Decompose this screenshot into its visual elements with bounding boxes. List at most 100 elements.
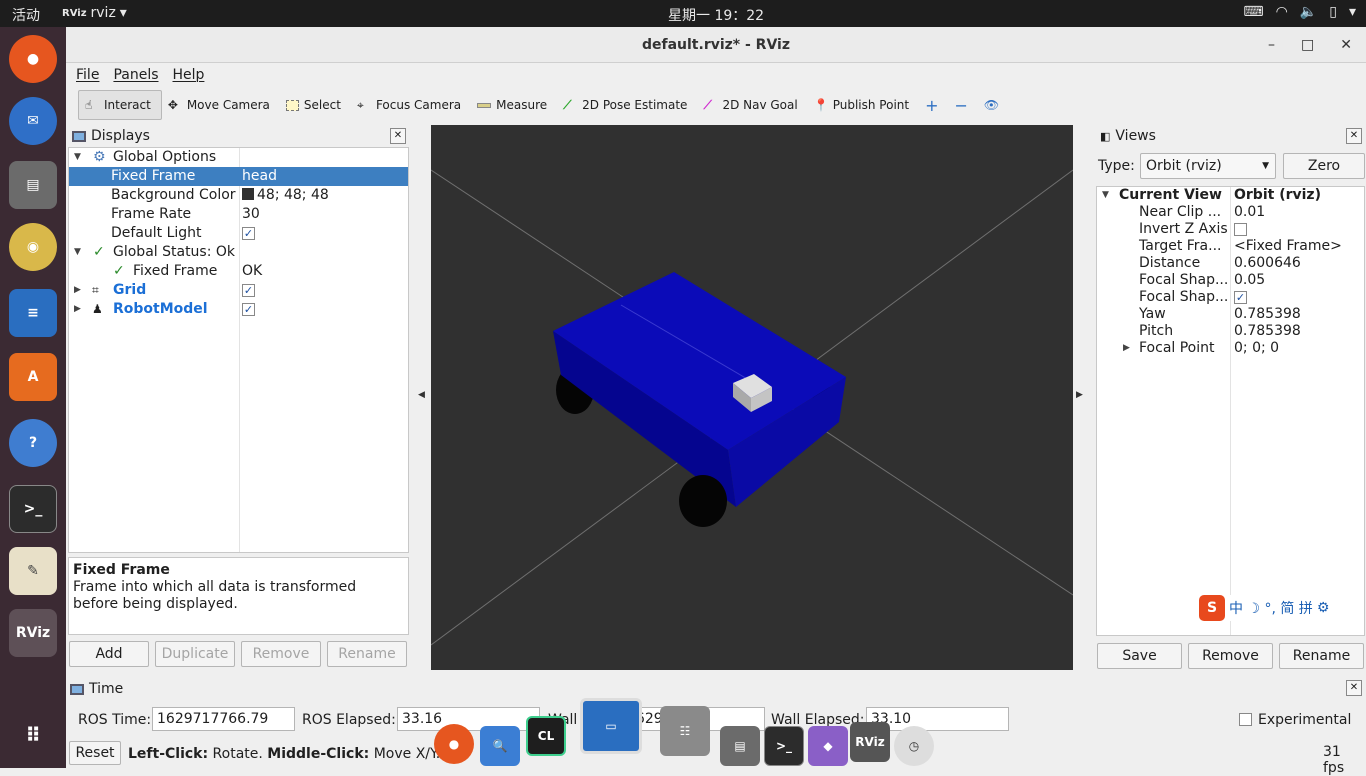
view-row-focal-shape-size[interactable]: Focal Shap... 0.05: [1097, 272, 1364, 289]
collapse-triangle-icon[interactable]: ▶: [74, 300, 81, 319]
zero-button[interactable]: Zero: [1283, 153, 1365, 179]
view-row-invert-z[interactable]: Invert Z Axis: [1097, 221, 1364, 238]
collapse-triangle-icon[interactable]: ▶: [74, 281, 81, 300]
clock[interactable]: 星期一 19：22: [668, 5, 764, 25]
target-frame-value[interactable]: <Fixed Frame>: [1234, 238, 1342, 255]
yaw-value[interactable]: 0.785398: [1234, 306, 1301, 323]
view-row-target-frame[interactable]: Target Fra... <Fixed Frame>: [1097, 238, 1364, 255]
tree-row-background-color[interactable]: Background Color 48; 48; 48: [69, 186, 408, 205]
tree-row-grid[interactable]: ▶ ⌗ Grid ✓: [69, 281, 408, 300]
keyboard-icon[interactable]: ⌨: [1243, 4, 1263, 20]
tree-row-default-light[interactable]: Default Light ✓: [69, 224, 408, 243]
app-menu[interactable]: RViz rviz ▾: [62, 5, 127, 21]
robot-model-checkbox[interactable]: ✓: [242, 302, 255, 316]
invert-z-checkbox[interactable]: [1234, 222, 1247, 236]
render-viewport[interactable]: [431, 125, 1073, 670]
ros-time-field[interactable]: 1629717766.79: [152, 707, 295, 731]
near-clip-value[interactable]: 0.01: [1234, 204, 1265, 221]
rename-display-button[interactable]: Rename: [327, 641, 407, 667]
move-camera-tool[interactable]: ✥ Move Camera: [162, 90, 280, 120]
system-tray[interactable]: ⌨ ◠ 🔈 ▯ ▾: [1243, 4, 1356, 20]
focal-shape-fixed-checkbox[interactable]: ✓: [1234, 290, 1247, 304]
duplicate-display-button[interactable]: Duplicate: [155, 641, 235, 667]
software-icon[interactable]: A: [9, 353, 57, 401]
tree-row-global-options[interactable]: ▼ ⚙ Global Options: [69, 148, 408, 167]
remove-view-button[interactable]: Remove: [1188, 643, 1273, 669]
view-row-distance[interactable]: Distance 0.600646: [1097, 255, 1364, 272]
tree-row-global-status[interactable]: ▼ ✓ Global Status: Ok: [69, 243, 408, 262]
tree-row-status-fixed-frame[interactable]: ✓ Fixed Frame OK: [69, 262, 408, 281]
expand-triangle-icon[interactable]: ▼: [1102, 187, 1109, 204]
menu-file[interactable]: File: [76, 67, 99, 83]
focal-shape-size-value[interactable]: 0.05: [1234, 272, 1265, 289]
collapse-triangle-icon[interactable]: ▶: [1123, 340, 1130, 357]
terminal-icon[interactable]: >_: [764, 726, 804, 766]
firefox-icon[interactable]: ●: [434, 724, 474, 764]
displays-close-icon[interactable]: ✕: [390, 128, 406, 144]
screenshot-icon[interactable]: ▭: [580, 698, 642, 754]
clock-app-icon[interactable]: ◷: [894, 726, 934, 766]
window-titlebar[interactable]: default.rviz* - RViz – □ ✕: [66, 27, 1366, 63]
volume-icon[interactable]: 🔈: [1300, 4, 1317, 20]
tree-row-fixed-frame[interactable]: Fixed Frame head: [69, 167, 408, 186]
rename-view-button[interactable]: Rename: [1279, 643, 1364, 669]
nav-goal-tool[interactable]: ⟋ 2D Nav Goal: [697, 90, 807, 120]
interact-tool[interactable]: ☝ Interact: [78, 90, 162, 120]
view-row-near-clip[interactable]: Near Clip ... 0.01: [1097, 204, 1364, 221]
menu-panels[interactable]: Panels: [113, 67, 158, 83]
files-icon[interactable]: ▤: [720, 726, 760, 766]
collapse-right-arrow-icon[interactable]: ▶: [1076, 390, 1083, 400]
power-menu-icon[interactable]: ▾: [1349, 4, 1356, 20]
clion-icon[interactable]: CL: [526, 716, 566, 756]
menu-help[interactable]: Help: [173, 67, 205, 83]
wifi-icon[interactable]: ◠: [1276, 4, 1288, 20]
sogou-icon[interactable]: S: [1199, 595, 1225, 621]
remove-tool-button[interactable]: −: [949, 90, 978, 120]
add-tool-button[interactable]: +: [919, 90, 948, 120]
ime-toolbar[interactable]: S 中 ☽ °, 简 拼 ⚙: [1199, 595, 1330, 621]
close-button[interactable]: ✕: [1340, 27, 1352, 63]
remove-display-button[interactable]: Remove: [241, 641, 321, 667]
rhythmbox-icon[interactable]: ◉: [9, 223, 57, 271]
rviz-switch-icon[interactable]: RViz: [850, 722, 890, 762]
grid-checkbox[interactable]: ✓: [242, 283, 255, 297]
firefox-icon[interactable]: ●: [9, 35, 57, 83]
expand-triangle-icon[interactable]: ▼: [74, 243, 81, 262]
distance-value[interactable]: 0.600646: [1234, 255, 1301, 272]
select-tool[interactable]: Select: [280, 90, 351, 120]
focal-point-value[interactable]: 0; 0; 0: [1234, 340, 1279, 357]
app-grid-icon[interactable]: ⠿: [9, 711, 57, 759]
reset-button[interactable]: Reset: [69, 741, 121, 765]
rviz-icon[interactable]: RViz: [9, 609, 57, 657]
gem-icon[interactable]: ◆: [808, 726, 848, 766]
expand-triangle-icon[interactable]: ▼: [74, 148, 81, 167]
view-row-current-view[interactable]: ▼ Current View Orbit (rviz): [1097, 187, 1364, 204]
pitch-value[interactable]: 0.785398: [1234, 323, 1301, 340]
collapse-left-arrow-icon[interactable]: ◀: [418, 390, 425, 400]
ime-status-text[interactable]: 中 ☽ °, 简 拼: [1229, 598, 1313, 618]
maximize-button[interactable]: □: [1301, 27, 1314, 63]
measure-tool[interactable]: Measure: [471, 90, 557, 120]
fixed-frame-value[interactable]: head: [242, 167, 277, 186]
mixer-icon[interactable]: ☷: [660, 706, 710, 756]
time-close-icon[interactable]: ✕: [1346, 680, 1362, 696]
view-type-select[interactable]: Orbit (rviz) ▼: [1140, 153, 1276, 179]
add-display-button[interactable]: Add: [69, 641, 149, 667]
activities-button[interactable]: 活动: [12, 5, 40, 25]
camera-type-button[interactable]: 👁: [978, 90, 1009, 120]
view-row-pitch[interactable]: Pitch 0.785398: [1097, 323, 1364, 340]
thunderbird-icon[interactable]: ✉: [9, 97, 57, 145]
view-row-focal-point[interactable]: ▶ Focal Point 0; 0; 0: [1097, 340, 1364, 357]
publish-point-tool[interactable]: 📍 Publish Point: [808, 90, 919, 120]
focus-camera-tool[interactable]: ⌖ Focus Camera: [351, 90, 471, 120]
views-close-icon[interactable]: ✕: [1346, 128, 1362, 144]
view-row-yaw[interactable]: Yaw 0.785398: [1097, 306, 1364, 323]
battery-icon[interactable]: ▯: [1329, 4, 1337, 20]
files-icon[interactable]: ▤: [9, 161, 57, 209]
minimize-button[interactable]: –: [1268, 27, 1275, 63]
editor-icon[interactable]: ✎: [9, 547, 57, 595]
terminal-icon[interactable]: >_: [9, 485, 57, 533]
search-icon[interactable]: 🔍: [480, 726, 520, 766]
background-color-field[interactable]: 48; 48; 48: [242, 186, 329, 205]
view-row-focal-shape-fixed[interactable]: Focal Shap... ✓: [1097, 289, 1364, 306]
